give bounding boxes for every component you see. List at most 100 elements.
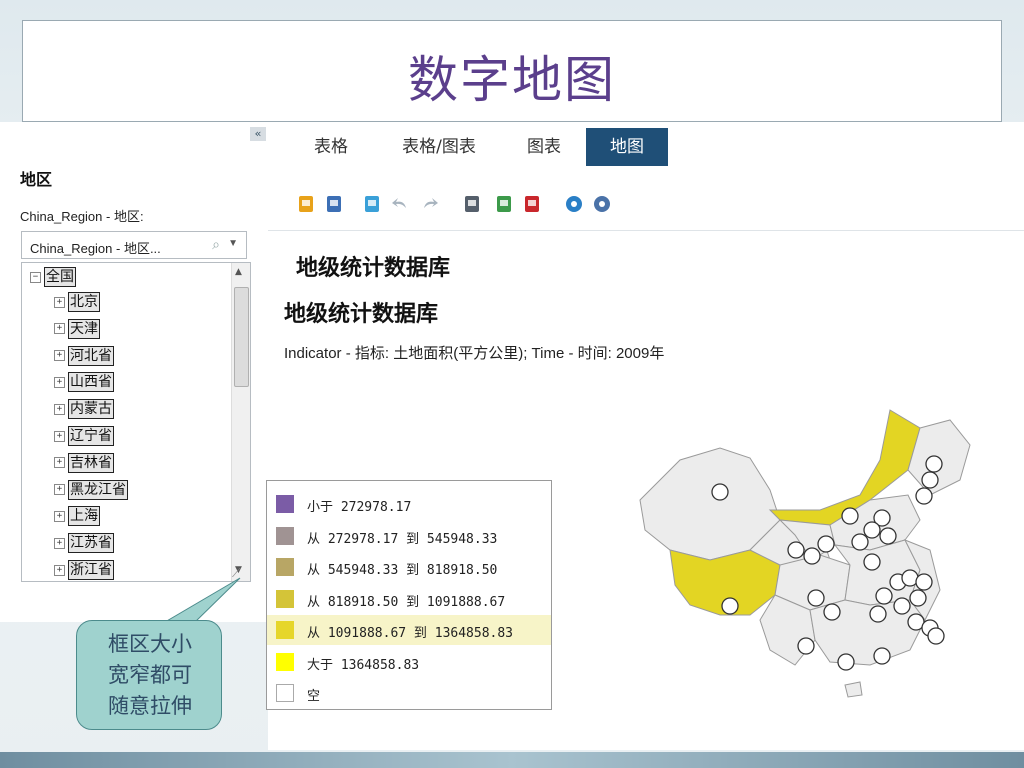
expand-icon[interactable]: + <box>54 323 65 335</box>
expand-icon[interactable]: + <box>54 510 65 522</box>
map-marker[interactable] <box>909 589 927 607</box>
tab-1[interactable]: 表格/图表 <box>384 128 494 166</box>
map-marker[interactable] <box>817 535 835 553</box>
map-region[interactable] <box>844 681 863 698</box>
map-marker[interactable] <box>921 471 939 489</box>
legend-swatch <box>276 652 294 671</box>
tree-item-label: 浙江省 <box>68 560 114 580</box>
expand-icon[interactable]: + <box>54 564 65 576</box>
tree-item[interactable]: + 北京 <box>54 291 100 313</box>
scroll-thumb[interactable] <box>234 287 249 387</box>
legend-item: 空 <box>267 678 551 708</box>
tree-item[interactable]: + 江苏省 <box>54 532 114 554</box>
undo-icon[interactable] <box>390 194 410 214</box>
collapse-icon[interactable]: − <box>30 271 41 283</box>
legend-label: 从 272978.17 到 545948.33 <box>307 531 498 547</box>
expand-icon[interactable]: + <box>54 376 65 388</box>
region-dropdown[interactable]: China_Region - 地区... ⌕ ▼ <box>21 231 247 259</box>
map-marker[interactable] <box>925 455 943 473</box>
map-marker[interactable] <box>915 487 933 505</box>
expand-icon[interactable]: + <box>54 350 65 362</box>
map-marker[interactable] <box>823 603 841 621</box>
callout-line: 随意拉伸 <box>108 694 192 718</box>
region-dropdown-value: China_Region - 地区... <box>30 241 161 256</box>
map-marker[interactable] <box>863 521 881 539</box>
resize-grip-icon[interactable]: ⟋ <box>232 566 240 581</box>
tree-item[interactable]: + 辽宁省 <box>54 425 114 447</box>
expand-icon[interactable]: + <box>54 484 65 496</box>
tree-item-label: 内蒙古 <box>68 399 114 420</box>
collapse-panel-button[interactable]: « <box>250 127 266 141</box>
tab-3[interactable]: 地图 <box>586 128 668 166</box>
map-marker[interactable] <box>893 597 911 615</box>
tree-item[interactable]: + 黑龙江省 <box>54 479 128 501</box>
tab-2[interactable]: 图表 <box>504 128 584 166</box>
region-tree[interactable]: − 全国 + 北京 + 天津 + 河北省 + 山西省 + 内蒙古 + 辽宁省 + 吉林省 + 黑龙江省 + 上海 + 江… <box>21 262 251 582</box>
legend-label: 从 1091888.67 到 1364858.83 <box>307 626 514 641</box>
refresh-icon[interactable] <box>362 194 382 214</box>
map-marker[interactable] <box>721 597 739 615</box>
settings-icon[interactable] <box>592 194 612 214</box>
tab-0[interactable]: 表格 <box>296 128 366 166</box>
map-marker[interactable] <box>873 647 891 665</box>
legend-item: 从 545948.33 到 818918.50 <box>267 552 551 582</box>
map-marker[interactable] <box>837 653 855 671</box>
tree-root-label: 全国 <box>44 267 76 287</box>
tree-item-label: 天津 <box>68 318 100 339</box>
expand-icon[interactable]: + <box>54 430 65 442</box>
map-marker[interactable] <box>711 483 729 501</box>
tree-root[interactable]: − 全国 <box>30 267 76 287</box>
tree-item-label: 辽宁省 <box>68 426 114 446</box>
map-marker[interactable] <box>797 637 815 655</box>
legend-label: 小于 272978.17 <box>307 500 412 515</box>
save-icon[interactable] <box>324 194 344 214</box>
tree-item[interactable]: + 吉林省 <box>54 452 114 474</box>
map-legend: 小于 272978.17 从 272978.17 到 545948.33 从 545… <box>266 480 552 710</box>
tree-item-label: 河北省 <box>68 345 114 366</box>
tree-item-label: 江苏省 <box>68 533 114 554</box>
redo-icon[interactable] <box>420 194 440 214</box>
tree-item-label: 北京 <box>68 292 100 312</box>
map-marker[interactable] <box>807 589 825 607</box>
legend-item: 从 272978.17 到 545948.33 <box>267 521 551 551</box>
tree-scrollbar[interactable]: ▲ ▼ <box>231 263 250 581</box>
legend-swatch <box>276 589 294 608</box>
pdf-icon[interactable] <box>522 194 542 214</box>
tree-item[interactable]: + 上海 <box>54 505 100 527</box>
map-marker[interactable] <box>863 553 881 571</box>
tree-item[interactable]: + 浙江省 <box>54 559 114 581</box>
map-subtitle: Indicator - 指标: 土地面积(平方公里); Time - 时间: 2… <box>284 345 665 362</box>
expand-icon[interactable]: + <box>54 537 65 549</box>
export-icon[interactable] <box>296 194 316 214</box>
tree-item[interactable]: + 天津 <box>54 318 100 340</box>
table-view-icon[interactable] <box>564 194 584 214</box>
expand-icon[interactable]: + <box>54 296 65 308</box>
map-marker[interactable] <box>841 507 859 525</box>
legend-item: 大于 1364858.83 <box>267 647 551 677</box>
report-title: 地级统计数据库 <box>296 256 451 281</box>
tree-item-label: 山西省 <box>68 372 114 393</box>
tree-item[interactable]: + 内蒙古 <box>54 398 114 420</box>
print-icon[interactable] <box>462 194 482 214</box>
scroll-up-icon[interactable]: ▲ <box>235 267 242 277</box>
legend-label: 大于 1364858.83 <box>307 657 420 673</box>
tree-item[interactable]: + 河北省 <box>54 345 114 367</box>
divider <box>268 230 1024 231</box>
map-marker[interactable] <box>875 587 893 605</box>
chevron-down-icon[interactable]: ▼ <box>228 238 238 249</box>
map-marker[interactable] <box>787 541 805 559</box>
china-map[interactable] <box>620 400 980 700</box>
excel-icon[interactable] <box>494 194 514 214</box>
map-marker[interactable] <box>803 547 821 565</box>
tree-item-label: 黑龙江省 <box>68 479 128 500</box>
tree-item[interactable]: + 山西省 <box>54 371 114 393</box>
expand-icon[interactable]: + <box>54 403 65 415</box>
map-marker[interactable] <box>869 605 887 623</box>
search-icon[interactable]: ⌕ <box>212 236 220 253</box>
region-panel-heading: 地区 <box>20 170 53 189</box>
map-marker[interactable] <box>851 533 869 551</box>
map-marker[interactable] <box>927 627 945 645</box>
map-marker[interactable] <box>879 527 897 545</box>
map-marker[interactable] <box>915 573 933 591</box>
expand-icon[interactable]: + <box>54 457 65 469</box>
